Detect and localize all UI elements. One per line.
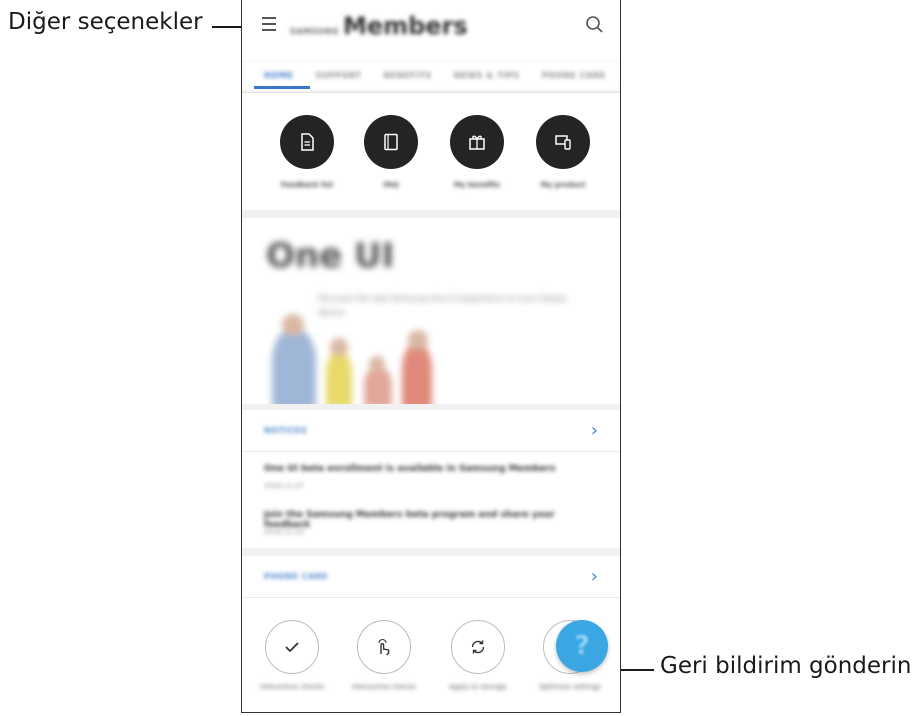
tab-active-indicator [254,86,310,89]
tab-home[interactable]: HOME [264,71,293,80]
check-icon [265,620,319,674]
tab-phone-care[interactable]: PHONE CARE [542,71,606,80]
notice-item-date: 2018.11.07 [264,482,305,490]
quick-action-label: FAQ [383,181,399,189]
phone-care-header[interactable]: PHONE CARE › [242,556,620,598]
notices-section: NOTICES › One UI beta enrollment is avai… [242,410,620,548]
app-brand: SAMSUNG [290,27,339,36]
phone-care-label: Interactive checks [351,683,417,691]
callout-send-feedback: Geri bildirim gönderin [660,653,912,679]
app-bar: SAMSUNG Members [242,0,620,60]
notices-header-label: NOTICES [264,426,308,435]
phone-care-label: Optimize settings [539,683,601,691]
quick-action-my-product[interactable]: My product [528,115,598,189]
phone-screen: SAMSUNG Members HOME SUPPORT BENEFITS NE… [241,0,621,713]
quick-action-label: My benefits [453,181,501,189]
phone-care-item[interactable]: Apply to storage [438,620,518,692]
phone-care-label: Apply to storage [449,683,507,691]
notice-item-title[interactable]: One UI beta enrollment is available in S… [264,464,594,474]
book-icon [364,115,418,169]
quick-action-label: Feedback list [280,181,334,189]
chevron-right-icon: › [590,566,598,587]
quick-action-faq[interactable]: FAQ [356,115,426,189]
search-icon[interactable] [584,14,606,36]
refresh-icon [451,620,505,674]
notice-item-date: 2018.11.02 [264,528,305,536]
phone-care-header-label: PHONE CARE [264,572,328,581]
app-title-text: Members [342,12,468,40]
gift-icon [450,115,504,169]
quick-action-my-benefits[interactable]: My benefits [442,115,512,189]
hero-text: Discover the new Samsung One UI experien… [318,294,567,317]
quick-actions: Feedback list FAQ My benefits My product [242,92,620,210]
notices-header[interactable]: NOTICES › [242,410,620,452]
touch-icon [357,620,411,674]
devices-icon [536,115,590,169]
notice-item-title[interactable]: Join the Samsung Members beta program an… [264,510,594,530]
feedback-icon: ? [574,631,590,661]
tab-support[interactable]: SUPPORT [315,71,361,80]
callout-more-options: Diğer seçenekler [8,9,203,35]
tab-news-tips[interactable]: NEWS & TIPS [454,71,520,80]
hero-title: One UI [266,236,395,276]
feedback-fab-button[interactable]: ? [556,620,608,672]
phone-care-label: Interactive checks [259,683,325,691]
tab-benefits[interactable]: BENEFITS [384,71,432,80]
app-title: SAMSUNG Members [290,12,468,40]
document-icon [280,115,334,169]
menu-icon[interactable] [262,17,280,35]
chevron-right-icon: › [590,420,598,441]
quick-action-label: My product [540,181,586,189]
quick-action-feedback-list[interactable]: Feedback list [272,115,342,189]
phone-care-item[interactable]: Interactive checks [344,620,424,692]
phone-care-item[interactable]: Interactive checks [252,620,332,692]
hero-banner[interactable]: One UI Discover the new Samsung One UI e… [242,218,620,404]
